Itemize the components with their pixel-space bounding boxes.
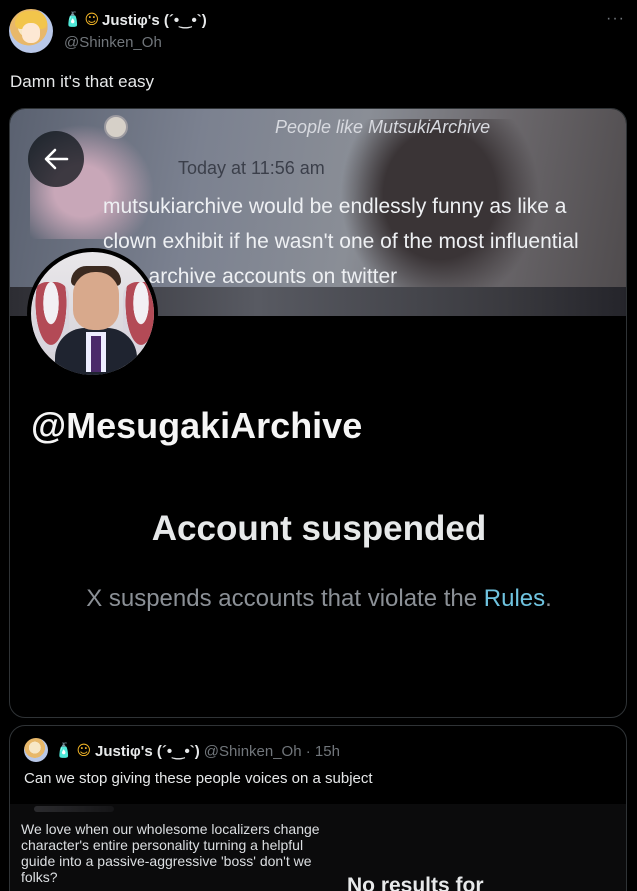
quote-avatar[interactable]	[24, 738, 48, 762]
user-avatar[interactable]	[9, 9, 53, 53]
quote-image-text: We love when our wholesome localizers ch…	[21, 821, 320, 885]
smiley-emoji-icon: ☺	[84, 12, 100, 28]
quote-handle-time: @Shinken_Oh · 15h	[203, 742, 340, 760]
tweet-text: Damn it's that easy	[10, 72, 155, 91]
banner-small-avatar	[104, 115, 128, 139]
quote-text: Can we stop giving these people voices o…	[24, 770, 373, 787]
banner-message: mutsukiarchive would be endlessly funny …	[103, 195, 579, 288]
banner-title: People like MutsukiArchive	[275, 117, 491, 137]
smiley-emoji-icon: ☺	[76, 743, 92, 759]
quote-display-name: Justiφ's (´•‿•`)	[95, 743, 200, 760]
banner-timestamp: Today at 11:56 am	[178, 158, 325, 178]
rules-link[interactable]: Rules	[484, 585, 545, 612]
quote-image-top-edge	[34, 806, 114, 812]
bottle-emoji-icon: 🧴	[64, 12, 82, 28]
user-handle[interactable]: @Shinken_Oh	[64, 34, 162, 51]
quote-header: 🧴 ☺ Justiφ's (´•‿•`) @Shinken_Oh · 15h	[55, 742, 340, 761]
suspended-title: Account suspended	[151, 509, 487, 548]
suspended-description: X suspends accounts that violate the Rul…	[10, 585, 626, 613]
profile-handle: @MesugakiArchive	[31, 405, 363, 446]
tweet-header: 🧴 ☺ Justiφ's (´•‿•`) @Shinken_Oh ···	[0, 0, 637, 64]
avatar-face	[22, 23, 40, 43]
quoted-tweet[interactable]: 🧴 ☺ Justiφ's (´•‿•`) @Shinken_Oh · 15h C…	[9, 725, 627, 891]
quote-media-image[interactable]: We love when our wholesome localizers ch…	[10, 804, 626, 891]
profile-avatar[interactable]	[27, 248, 158, 379]
display-name-row[interactable]: 🧴 ☺ Justiφ's (´•‿•`)	[64, 11, 207, 29]
suspended-desc-suffix: .	[545, 585, 552, 612]
suspended-desc-prefix: X suspends accounts that violate the	[86, 585, 484, 612]
back-button[interactable]	[28, 131, 84, 187]
display-name: Justiφ's (´•‿•`)	[102, 12, 207, 29]
more-options-button[interactable]: ···	[606, 10, 625, 28]
bottle-emoji-icon: 🧴	[55, 743, 73, 759]
arrow-left-icon	[44, 148, 69, 170]
quote-image-no-results: No results for	[347, 874, 484, 891]
avatar-head	[73, 272, 119, 330]
tweet-media-image[interactable]: People like MutsukiArchive Today at 11:5…	[9, 108, 627, 718]
avatar-tie	[91, 336, 101, 372]
